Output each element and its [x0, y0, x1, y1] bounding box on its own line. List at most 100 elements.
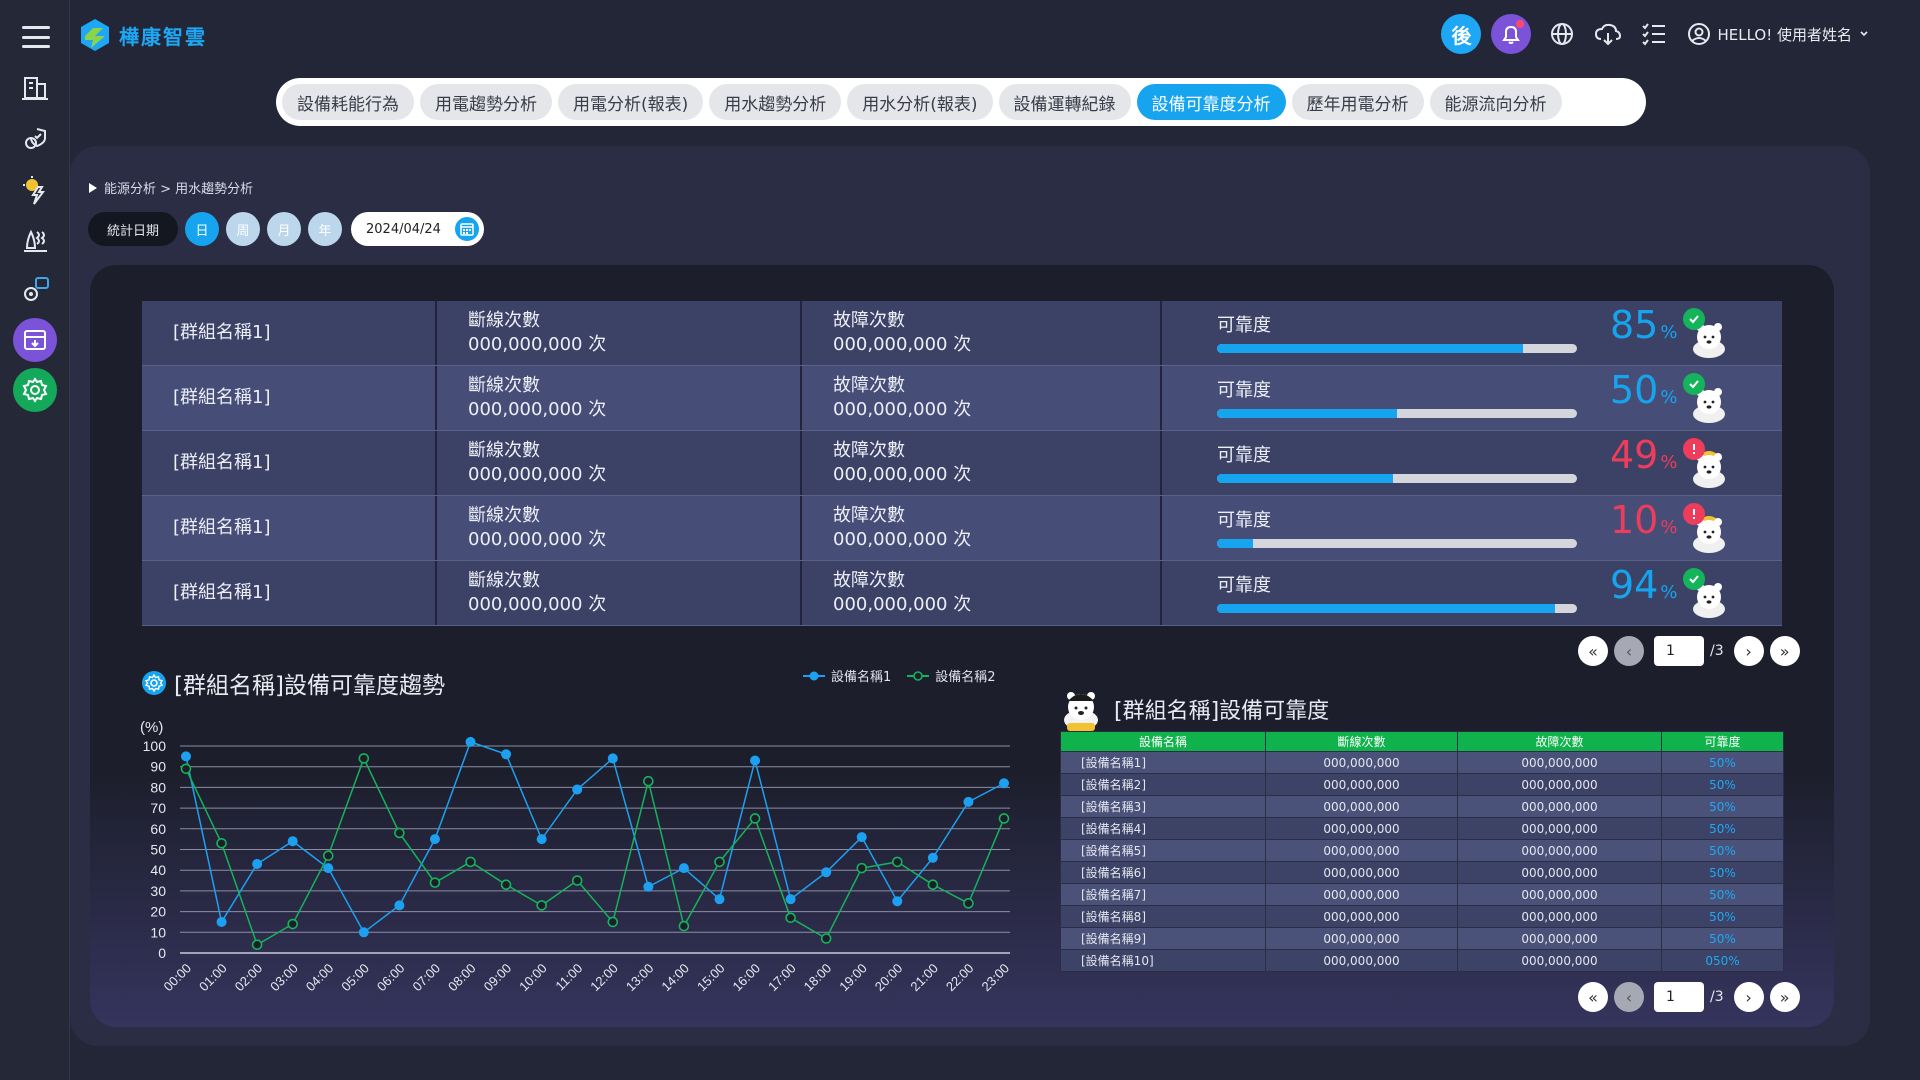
prev-page-button[interactable]: ‹ — [1614, 636, 1644, 666]
calendar-icon[interactable] — [454, 217, 479, 241]
period-year-button[interactable]: 年 — [308, 212, 343, 246]
last-page-button[interactable]: » — [1769, 636, 1800, 666]
device-row: [設備名稱7] 000,000,000 000,000,000 50% — [1060, 883, 1784, 906]
menu-icon[interactable] — [22, 26, 50, 48]
x-tick-label: 07:00 — [409, 961, 443, 995]
device-row: [設備名稱5] 000,000,000 000,000,000 50% — [1060, 839, 1784, 862]
device-fault-cell: 000,000,000 — [1457, 949, 1662, 972]
reliability-cell: 可靠度 94% — [1162, 561, 1782, 625]
fault-value: 000,000,000 — [833, 399, 948, 420]
period-month-button[interactable]: 月 — [267, 212, 302, 246]
y-tick-label: 100 — [143, 738, 167, 754]
legend-series-2[interactable]: 設備名稱2 — [907, 666, 996, 685]
tab-power-trend[interactable]: 用電趨勢分析 — [420, 84, 552, 120]
device-row: [設備名稱8] 000,000,000 000,000,000 50% — [1060, 905, 1784, 928]
tab-operation-log[interactable]: 設備運轉紀錄 — [998, 84, 1131, 120]
bulb-bolt-icon[interactable] — [17, 172, 53, 208]
legend-series-1[interactable]: 設備名稱1 — [803, 666, 891, 685]
globe-icon[interactable] — [1547, 19, 1577, 49]
page-input[interactable]: 1 — [1654, 982, 1704, 1012]
fault-value-line: 000,000,000 次 — [833, 333, 1160, 357]
y-tick-label: 10 — [150, 924, 166, 940]
x-tick-label: 02:00 — [232, 961, 266, 995]
device-row: [設備名稱3] 000,000,000 000,000,000 50% — [1060, 795, 1784, 818]
data-point-series-1 — [892, 896, 903, 907]
list-icon[interactable] — [1639, 19, 1669, 49]
y-tick-label: 80 — [150, 779, 166, 795]
gear-badge-icon — [142, 671, 166, 695]
group-name-text: [群組名稱1] — [173, 517, 271, 538]
reliability-percent: 94% — [1610, 566, 1677, 605]
period-week-button[interactable]: 周 — [226, 212, 261, 246]
fault-unit: 次 — [953, 594, 972, 615]
disconnect-value: 000,000,000 — [468, 334, 583, 355]
data-point-series-1 — [856, 832, 867, 843]
bell-icon[interactable] — [1491, 14, 1532, 54]
last-page-button[interactable]: » — [1769, 982, 1800, 1012]
device-report-icon[interactable] — [17, 272, 53, 308]
shield-gear-icon[interactable] — [17, 122, 53, 158]
tab-water-trend[interactable]: 用水趨勢分析 — [709, 84, 842, 120]
data-point-series-2 — [785, 912, 796, 924]
tab-yearly-power[interactable]: 歷年用電分析 — [1291, 84, 1424, 120]
reliability-percent-sign: % — [1660, 387, 1678, 408]
date-picker[interactable]: 2024/04/24 — [351, 212, 484, 246]
cloud-download-icon[interactable] — [1593, 19, 1623, 49]
next-page-button[interactable]: › — [1733, 636, 1764, 666]
group-row: [群組名稱1] 斷線次數 000,000,000 次故障次數 000,000,000 … — [142, 431, 1782, 496]
device-name-cell: [設備名稱8] — [1060, 905, 1266, 928]
reliability-percent-sign: % — [1660, 452, 1678, 473]
brand-logo[interactable]: 樺康智雲 — [79, 18, 207, 52]
device-table-title: [群組名稱]設備可靠度 — [1058, 687, 1329, 731]
fault-cell: 故障次數 000,000,000 次 — [802, 366, 1162, 430]
disconnect-value: 000,000,000 — [468, 529, 583, 550]
fault-value: 000,000,000 — [833, 529, 948, 550]
data-point-series-1 — [785, 894, 796, 905]
device-name-cell: [設備名稱9] — [1060, 927, 1266, 950]
first-page-button[interactable]: « — [1578, 636, 1608, 666]
tab-power-report[interactable]: 用電分析(報表) — [558, 84, 704, 120]
period-day-button[interactable]: 日 — [185, 212, 220, 246]
disconnect-value: 000,000,000 — [468, 399, 583, 420]
user-menu[interactable]: HELLO! 使用者姓名 — [1687, 22, 1870, 46]
report-export-icon[interactable] — [13, 318, 57, 362]
group-name-text: [群組名稱1] — [173, 387, 271, 408]
disconnect-value-line: 000,000,000 次 — [468, 333, 800, 357]
tab-equipment-behavior[interactable]: 設備耗能行為 — [282, 84, 414, 120]
analysis-tabs: 設備耗能行為 用電趨勢分析 用電分析(報表) 用水趨勢分析 用水分析(報表) 設… — [276, 78, 1646, 126]
x-tick-label: 09:00 — [481, 961, 515, 995]
tab-energy-flow[interactable]: 能源流向分析 — [1429, 84, 1562, 120]
device-reliability-cell: 50% — [1661, 795, 1784, 818]
device-disconnect-cell: 000,000,000 — [1265, 839, 1458, 862]
page-input[interactable]: 1 — [1654, 636, 1704, 666]
user-greeting: HELLO! 使用者姓名 — [1717, 25, 1852, 44]
reliability-bar — [1217, 473, 1577, 483]
bear-mascot-icon — [1064, 692, 1098, 731]
data-point-series-1 — [714, 894, 725, 905]
back-badge[interactable]: 後 — [1441, 14, 1482, 54]
disconnect-value: 000,000,000 — [468, 464, 583, 485]
next-page-button[interactable]: › — [1733, 982, 1764, 1012]
fault-value: 000,000,000 — [833, 594, 948, 615]
data-point-series-1 — [678, 863, 689, 874]
y-tick-label: 40 — [150, 862, 166, 878]
group-name-text: [群組名稱1] — [173, 582, 271, 603]
settings-icon[interactable] — [13, 368, 57, 412]
tab-water-report[interactable]: 用水分析(報表) — [847, 84, 993, 120]
water-heat-icon[interactable] — [17, 222, 53, 258]
building-icon[interactable] — [17, 70, 53, 106]
data-point-series-1 — [536, 834, 547, 845]
prev-page-button[interactable]: ‹ — [1614, 982, 1644, 1012]
x-tick-label: 22:00 — [943, 961, 977, 995]
disconnect-label: 斷線次數 — [468, 570, 540, 591]
disconnect-cell: 斷線次數 000,000,000 次 — [437, 496, 802, 560]
data-point-series-2 — [998, 813, 1010, 824]
x-tick-label: 21:00 — [907, 961, 941, 995]
group-row: [群組名稱1] 斷線次數 000,000,000 次故障次數 000,000,000 … — [142, 366, 1782, 431]
tab-reliability-analysis[interactable]: 設備可靠度分析 — [1136, 84, 1286, 120]
reliability-value: 49 — [1610, 433, 1659, 477]
first-page-button[interactable]: « — [1578, 982, 1608, 1012]
group-row: [群組名稱1] 斷線次數 000,000,000 次故障次數 000,000,000 … — [142, 561, 1782, 626]
page-total: /3 — [1710, 643, 1724, 659]
y-tick-label: 70 — [150, 800, 166, 816]
